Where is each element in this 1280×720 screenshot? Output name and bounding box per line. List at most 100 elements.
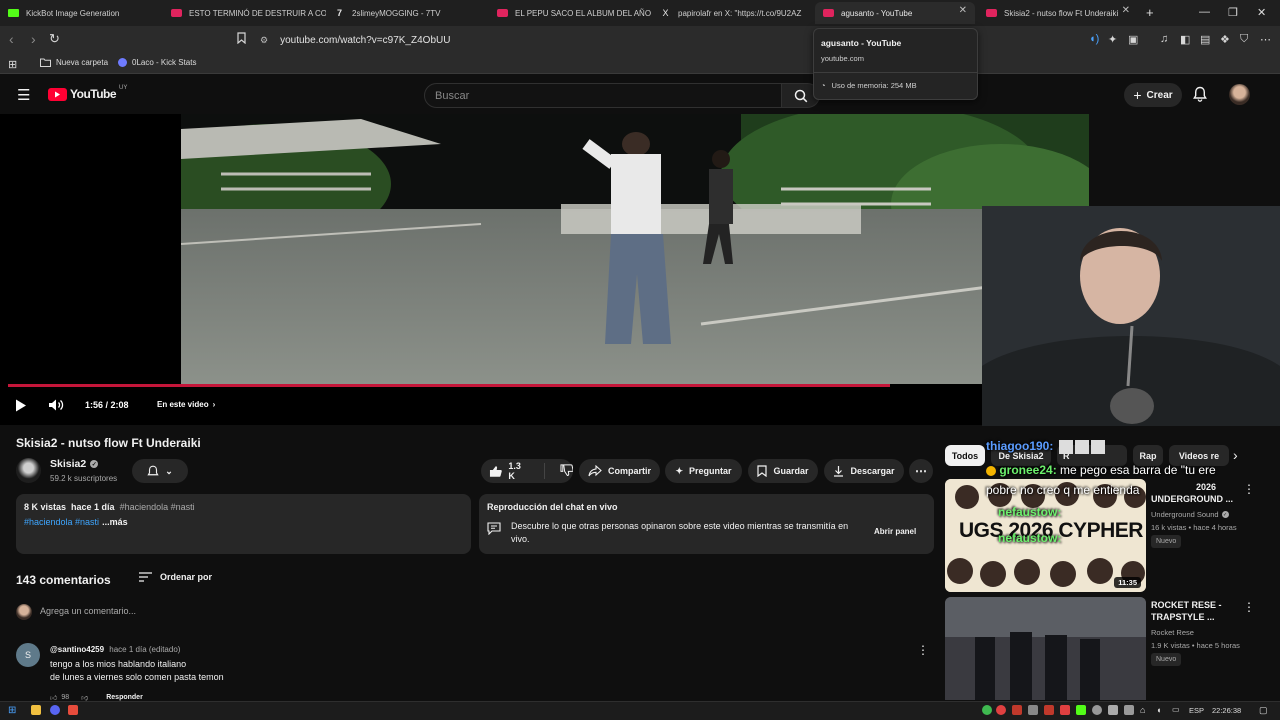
- recommendation-thumbnail[interactable]: [945, 597, 1146, 700]
- share-button[interactable]: Compartir: [579, 459, 660, 483]
- chevron-right-icon[interactable]: ›: [1233, 447, 1238, 463]
- download-button[interactable]: Descargar: [824, 459, 904, 483]
- recommendation-title[interactable]: 2026 UNDERGROUND ...: [1151, 481, 1251, 505]
- recommendation-channel[interactable]: Underground Sound ✓: [1151, 510, 1229, 519]
- audio-icon[interactable]: ◖): [1089, 33, 1099, 45]
- recommendation-channel[interactable]: Rocket Rese: [1151, 628, 1194, 637]
- wallet-icon[interactable]: ▤: [1200, 33, 1210, 46]
- notification-center-icon[interactable]: ▢: [1259, 705, 1268, 716]
- tray-icon[interactable]: [982, 705, 992, 715]
- comment-menu-icon[interactable]: ⋮: [917, 643, 929, 657]
- description-box[interactable]: 8 K vistas hace 1 día #haciendola #nasti…: [16, 494, 471, 554]
- bookmark-icon[interactable]: [237, 32, 246, 47]
- badge-icon: [986, 465, 996, 476]
- volume-button[interactable]: [48, 398, 64, 414]
- back-icon[interactable]: ‹: [9, 31, 14, 47]
- brave-icon[interactable]: [68, 705, 78, 715]
- minimize-icon[interactable]: —: [1199, 6, 1210, 18]
- copilot-icon[interactable]: ❖: [1220, 33, 1230, 46]
- sort-button[interactable]: Ordenar por: [139, 572, 212, 582]
- channel-avatar[interactable]: [16, 458, 41, 483]
- recommendation-menu-icon[interactable]: ⋮: [1243, 482, 1255, 496]
- tray-icon[interactable]: [1108, 705, 1118, 715]
- browser-tab-active[interactable]: agusanto - YouTube ✕: [815, 2, 975, 24]
- chip-all[interactable]: Todos: [945, 445, 985, 466]
- subscription-bell-button[interactable]: ⌄: [132, 459, 188, 483]
- browser-tab[interactable]: KickBot Image Generation: [0, 2, 163, 24]
- site-info-icon[interactable]: ⚙: [260, 35, 268, 46]
- thumbs-up-icon: [489, 465, 502, 477]
- shield-icon[interactable]: ⛉: [1240, 33, 1248, 46]
- video-player[interactable]: 1:56 / 2:08 En este video ›: [0, 114, 1089, 425]
- notifications-bell-icon[interactable]: [1193, 86, 1207, 107]
- chat-username: thiagoo190:: [986, 439, 1054, 453]
- 7tv-icon: 7: [336, 8, 342, 18]
- recommendation-menu-icon[interactable]: ⋮: [1243, 600, 1255, 614]
- reply-button[interactable]: Responder: [106, 694, 143, 701]
- browser-tab[interactable]: X papirolafr en X: "https://t.co/9U2AZ: [652, 2, 815, 24]
- avatar[interactable]: [1229, 84, 1250, 105]
- ask-button[interactable]: ✦ Preguntar: [665, 459, 742, 483]
- add-comment-input[interactable]: Agrega un comentario...: [40, 606, 136, 616]
- speaker-icon[interactable]: ◖: [1156, 705, 1161, 715]
- discord-icon[interactable]: [50, 705, 60, 715]
- browser-toolbar: ‹ › ↻ ⚙ youtube.com/watch?v=c97K_Z4ObUU …: [0, 26, 1280, 54]
- close-icon[interactable]: ✕: [1122, 5, 1130, 16]
- youtube-logo[interactable]: YouTube UY: [48, 85, 127, 101]
- hamburger-menu-icon[interactable]: ☰: [17, 86, 30, 104]
- menu-dots-icon[interactable]: ⋯: [1260, 33, 1271, 46]
- tray-icon[interactable]: [1092, 705, 1102, 715]
- emote-icon: [1090, 439, 1105, 454]
- chapter-button[interactable]: En este video ›: [157, 400, 215, 409]
- network-icon[interactable]: ⌂: [1140, 705, 1145, 715]
- clock[interactable]: 22:26:38: [1212, 706, 1241, 715]
- file-explorer-icon[interactable]: [31, 705, 41, 715]
- language-indicator[interactable]: ESP: [1189, 706, 1204, 715]
- restore-icon[interactable]: ❐: [1228, 6, 1238, 19]
- browser-tab[interactable]: ESTO TERMINÓ DE DESTRUIR A COS: [163, 2, 326, 24]
- hashtags-link[interactable]: #haciendola #nasti: [24, 517, 99, 527]
- window-close-icon[interactable]: ✕: [1257, 6, 1266, 19]
- browser-tab[interactable]: EL PEPU SACO EL ALBUM DEL AÑO: [489, 2, 652, 24]
- media-icon[interactable]: ♫: [1160, 33, 1168, 45]
- tray-icon[interactable]: [1124, 705, 1134, 715]
- forward-icon[interactable]: ›: [31, 31, 36, 47]
- play-button[interactable]: [15, 399, 27, 414]
- recommendation-title[interactable]: ROCKET RESE - TRAPSTYLE ...: [1151, 599, 1251, 623]
- progress-bar[interactable]: [8, 384, 891, 387]
- start-icon[interactable]: ⊞: [8, 705, 16, 716]
- create-button[interactable]: + Crear: [1124, 83, 1182, 107]
- address-bar[interactable]: ⚙ youtube.com/watch?v=c97K_Z4ObUU: [260, 29, 840, 51]
- sidebar-icon[interactable]: ◧: [1180, 33, 1190, 46]
- save-button[interactable]: Guardar: [748, 459, 818, 483]
- apps-grid-icon[interactable]: ⊞: [8, 58, 17, 71]
- comment-header: @santino4259 hace 1 día (editado): [50, 645, 180, 654]
- battery-icon[interactable]: ▭: [1172, 705, 1180, 714]
- tray-icon[interactable]: [1028, 705, 1038, 715]
- reload-icon[interactable]: ↻: [49, 31, 60, 47]
- comment-time[interactable]: hace 1 día (editado): [109, 645, 180, 654]
- close-icon[interactable]: ✕: [959, 5, 967, 16]
- show-more-link[interactable]: ...más: [102, 517, 128, 527]
- open-panel-button[interactable]: Abrir panel: [874, 527, 916, 536]
- bookmark-item[interactable]: 0Laco - Kick Stats: [118, 58, 196, 67]
- browser-tab[interactable]: 7 2slimeyMOGGING - 7TV: [326, 2, 489, 24]
- tray-icon[interactable]: [1076, 705, 1086, 715]
- bookmarks-bar: ⊞ Nueva carpeta 0Laco - Kick Stats: [0, 54, 1280, 74]
- tray-icon[interactable]: [1044, 705, 1054, 715]
- tray-icon[interactable]: [996, 705, 1006, 715]
- more-actions-button[interactable]: ⋯: [909, 459, 933, 483]
- channel-name-link[interactable]: Skisia2 ✓: [50, 458, 99, 470]
- search-input[interactable]: Buscar: [424, 83, 782, 108]
- dislike-button[interactable]: [560, 464, 574, 478]
- like-button[interactable]: 1.3 K: [489, 461, 529, 481]
- browser-tab[interactable]: Skisia2 - nutso flow Ft Underaiki ✕: [978, 2, 1138, 24]
- screenshot-icon[interactable]: ▣: [1128, 33, 1138, 46]
- bookmark-item[interactable]: Nueva carpeta: [40, 58, 108, 67]
- new-tab-icon[interactable]: +: [1146, 5, 1154, 20]
- comment-avatar[interactable]: S: [16, 643, 40, 667]
- tray-icon[interactable]: [1060, 705, 1070, 715]
- extensions-icon[interactable]: ✦: [1108, 33, 1117, 46]
- comment-author[interactable]: @santino4259: [50, 645, 104, 654]
- tray-icon[interactable]: [1012, 705, 1022, 715]
